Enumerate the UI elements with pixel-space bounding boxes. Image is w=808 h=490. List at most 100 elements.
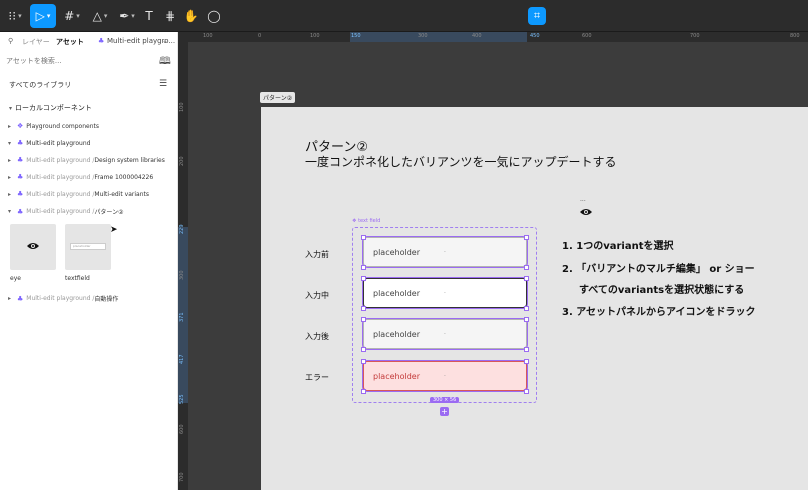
resize-handle[interactable] xyxy=(361,265,366,270)
cursor-icon: ▷ xyxy=(35,9,45,23)
text-tool-button[interactable]: T xyxy=(142,4,156,28)
state-label: エラー xyxy=(305,373,329,382)
tree-item-path: Multi-edit playground / xyxy=(26,173,95,181)
textfield-variant-default[interactable]: placeholder · xyxy=(363,237,527,267)
comment-tool-button[interactable]: ◯ xyxy=(207,4,221,28)
tree-item-label: Multi-edit playground xyxy=(26,139,91,147)
hand-tool-button[interactable]: ✋ xyxy=(184,4,199,28)
list-view-icon[interactable]: ☰ xyxy=(159,79,167,89)
search-icon: ⚲ xyxy=(8,37,14,45)
resize-handle[interactable] xyxy=(524,306,529,311)
tree-item[interactable]: ▸ ❖ Playground components xyxy=(8,122,99,130)
tree-item[interactable]: ▸ ♣ Multi-edit playground / Design system … xyxy=(8,156,165,164)
eye-icon xyxy=(27,243,39,249)
frame-name-tag[interactable]: パターン② xyxy=(260,92,296,103)
asset-search-row: 🕮 xyxy=(0,50,177,72)
ellipsis-text: ... xyxy=(580,196,586,203)
resize-handle[interactable] xyxy=(524,389,529,394)
page-icon: ♣ xyxy=(17,294,24,303)
ruler-label: 417 xyxy=(179,354,185,364)
resize-handle[interactable] xyxy=(361,347,366,352)
resize-handle[interactable] xyxy=(361,235,366,240)
frame-icon: # xyxy=(64,9,75,23)
move-tool-button[interactable]: ▷ ▾ xyxy=(30,4,56,28)
resize-handle[interactable] xyxy=(524,276,529,281)
ruler-label: 525 xyxy=(179,394,185,404)
ruler-label: 600 xyxy=(582,33,592,39)
field-placeholder: placeholder xyxy=(373,329,420,339)
resize-handle[interactable] xyxy=(361,359,366,364)
page-icon: ♣ xyxy=(17,190,24,198)
component-set-tag[interactable]: ❖ text field xyxy=(352,218,380,224)
tree-item[interactable]: ▾ ♣ Multi-edit playground xyxy=(8,139,90,147)
eye-icon[interactable] xyxy=(579,207,593,217)
resources-button[interactable]: ⋕ xyxy=(163,4,177,28)
resize-handle[interactable] xyxy=(361,317,366,322)
chevron-down-icon: ▾ xyxy=(8,208,12,215)
resize-handle[interactable] xyxy=(361,389,366,394)
textfield-variant-filled[interactable]: placeholder · xyxy=(363,319,527,349)
chevron-down-icon: ▾ xyxy=(18,12,22,20)
resize-handle[interactable] xyxy=(524,347,529,352)
add-variant-button[interactable]: + xyxy=(440,407,449,416)
textfield-variant-focused[interactable]: placeholder · xyxy=(363,278,527,308)
textfield-variant-error[interactable]: placeholder · xyxy=(363,361,527,391)
panel-tabs: ⚲ レイヤー アセット ♣ Multi-edit playgro... ⌄ xyxy=(0,32,177,50)
ruler-label: 800 xyxy=(790,33,800,39)
resize-handle[interactable] xyxy=(524,359,529,364)
ruler-label: 371 xyxy=(179,312,185,322)
library-filter-select[interactable]: すべてのライブラリ xyxy=(9,80,71,90)
book-icon[interactable]: 🕮 xyxy=(159,54,171,71)
library-filter-row[interactable]: すべてのライブラリ ☰ xyxy=(0,72,177,96)
state-label: 入力前 xyxy=(305,250,329,259)
chevron-down-icon[interactable]: ⌄ xyxy=(162,37,168,45)
resize-handle[interactable] xyxy=(524,235,529,240)
asset-search-input[interactable] xyxy=(6,54,146,68)
field-placeholder: placeholder xyxy=(373,247,420,257)
dev-mode-button[interactable]: ⌗ xyxy=(528,7,546,25)
code-icon: ⌗ xyxy=(533,9,541,22)
mouse-cursor-icon: ➤ xyxy=(110,225,118,235)
section-title-text: ローカルコンポーネント xyxy=(15,104,92,112)
page-icon: ♣ xyxy=(17,173,24,181)
tree-item-path: Multi-edit playground / xyxy=(26,190,95,198)
tree-item-label: Multi-edit variants xyxy=(94,190,149,198)
dot-marker: · xyxy=(444,330,446,338)
resize-handle[interactable] xyxy=(524,317,529,322)
tree-item[interactable]: ▾ ♣ Multi-edit playground / パターン② xyxy=(8,207,124,217)
tree-item[interactable]: ▸ ♣ Multi-edit playground / 自動操作 xyxy=(8,294,119,304)
chevron-down-icon: ▾ xyxy=(103,12,108,20)
state-label: 入力中 xyxy=(305,291,329,300)
main-menu-button[interactable]: ⁝⁝ ▾ xyxy=(4,4,26,28)
asset-thumb-eye[interactable] xyxy=(10,224,56,270)
field-placeholder: placeholder xyxy=(373,288,420,298)
tree-item-label: 自動操作 xyxy=(94,296,119,303)
resize-handle[interactable] xyxy=(361,276,366,281)
tree-item-path: Multi-edit playground / xyxy=(26,295,95,302)
local-components-heading[interactable]: ▾ ローカルコンポーネント xyxy=(9,103,92,113)
ruler-label: 229 xyxy=(179,224,185,234)
pen-icon: ✒ xyxy=(119,9,130,23)
tab-layers[interactable]: レイヤー xyxy=(22,37,50,47)
tree-item-label: Design system libraries xyxy=(94,156,165,164)
ruler-label: 450 xyxy=(530,33,540,39)
library-icon: ♣ xyxy=(98,37,105,45)
pen-tool-button[interactable]: ✒ ▾ xyxy=(115,4,139,28)
frame-tool-button[interactable]: # ▾ xyxy=(60,4,84,28)
resize-handle[interactable] xyxy=(361,306,366,311)
tree-item[interactable]: ▸ ♣ Multi-edit playground / Frame 10000042… xyxy=(8,173,153,181)
asset-thumb-textfield[interactable]: placeholder xyxy=(65,224,111,270)
ruler-label: 200 xyxy=(179,156,185,166)
page-icon: ♣ xyxy=(17,139,24,147)
resize-handle[interactable] xyxy=(524,265,529,270)
chevron-down-icon: ▾ xyxy=(76,12,80,20)
tab-assets[interactable]: アセット xyxy=(56,37,84,47)
tree-item-label: Playground components xyxy=(26,122,99,130)
step-2-continued-text: すべてのvariantsを選択状態にする xyxy=(579,285,745,296)
dot-marker: · xyxy=(444,372,446,380)
tree-item-label: パターン② xyxy=(94,209,124,216)
page-icon: ♣ xyxy=(17,156,24,164)
tree-item[interactable]: ▸ ♣ Multi-edit playground / Multi-edit var… xyxy=(8,190,149,198)
figma-app: ⁝⁝ ▾ ▷ ▾ # ▾ △ ▾ ✒ ▾ T ⋕ ✋ ◯ ⌗ ⚲ レイヤー アセット ♣ … xyxy=(0,0,808,490)
shape-tool-button[interactable]: △ ▾ xyxy=(88,4,112,28)
